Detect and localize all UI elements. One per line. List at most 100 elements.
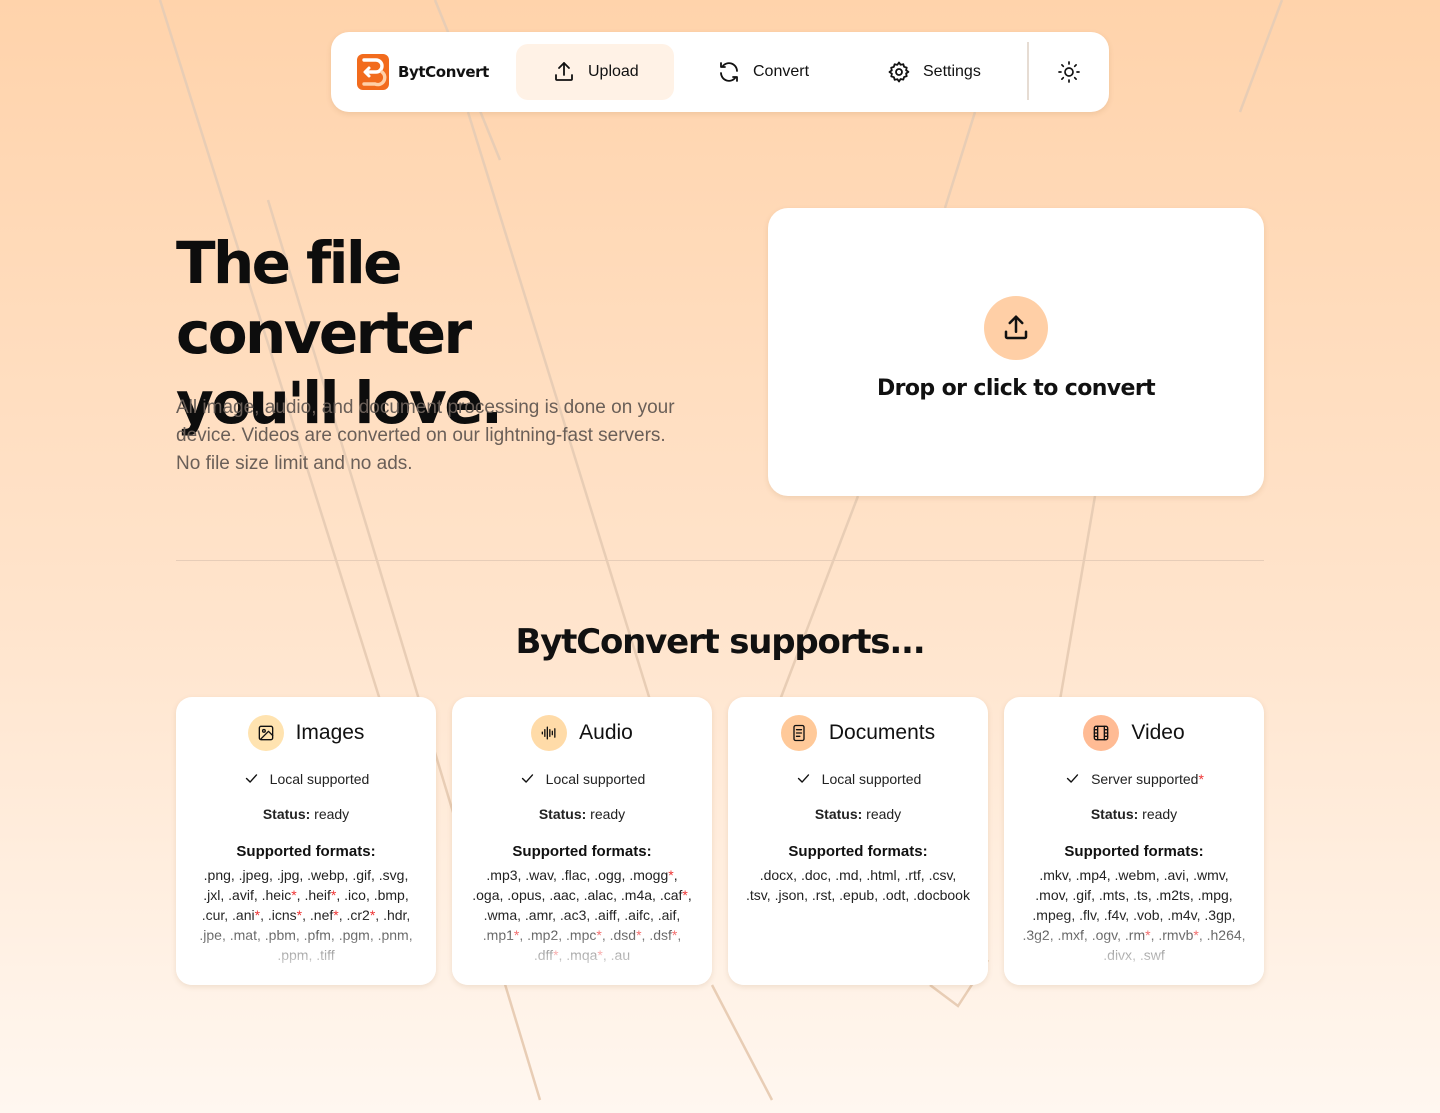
status-value: ready [1142,806,1178,822]
status-value: ready [866,806,902,822]
card-header: Audio [452,715,712,751]
format-item: .mpg [1197,887,1229,903]
card-icon-circle [1083,715,1120,751]
card-support-line: Local supported [176,770,436,787]
card-title: Documents [828,721,936,744]
format-item: .oga [472,887,500,903]
nav-divider [1027,42,1029,100]
document-icon [793,724,805,742]
format-item: .opus [507,887,542,903]
card-support-text: Local supported [545,770,646,787]
format-item: .wav [525,867,554,883]
formats-label: Supported formats: [1064,843,1204,860]
nav-settings[interactable]: Settings [887,44,1007,100]
card-title: Images [295,721,365,744]
card-status: Status: ready [1004,806,1264,822]
formats-list: .docx, .doc, .md, .html, .rtf, .csv, .ts… [746,867,970,903]
brand-logo[interactable]: BytConvert [357,54,489,90]
format-item: .epub [839,887,875,903]
waveform-icon [541,726,556,740]
format-item: .docx [759,867,794,883]
format-item: .ts [1133,887,1148,903]
format-item: .heic* [261,887,297,903]
format-card-images: Images Local supported Status: ready Suppor… [176,697,436,985]
format-item: .caf* [659,887,688,903]
check-icon [245,774,257,783]
format-item: .mkv [1039,867,1068,883]
card-support-line: Local supported [728,770,988,787]
dropzone-icon-circle [984,296,1048,360]
file-dropzone[interactable]: Drop or click to convert [768,208,1264,496]
status-label: Status: [814,806,863,822]
image-icon [258,725,273,741]
card-support-text: Local supported [821,770,922,787]
format-item: .aac [549,887,576,903]
logo-mark-icon [357,54,389,90]
format-item: .heif* [304,887,337,903]
status-label: Status: [538,806,587,822]
card-icon-circle [780,715,817,751]
format-item: .doc [800,867,828,883]
card-support-line: Local supported [452,770,712,787]
format-item: .mp4 [1075,867,1107,883]
format-item: .ico [344,887,366,903]
card-fade-overlay [452,915,712,985]
format-item: .m4a [620,887,653,903]
card-fade-overlay [1004,915,1264,985]
theme-toggle-button[interactable] [1057,60,1081,84]
format-item: .png [203,867,231,883]
card-header: Images [176,715,436,751]
nav-upload[interactable]: Upload [516,44,674,100]
nav-convert-label: Convert [753,63,810,80]
format-item: .mov [1035,887,1065,903]
refresh-icon [720,62,738,82]
check-icon [1066,774,1079,783]
hero-description: All image, audio, and document processin… [176,397,675,474]
format-item: .flac [560,867,587,883]
format-item: .svg [378,867,405,883]
hero-title-line1: The file converter [176,229,472,367]
formats-label: Supported formats: [236,843,376,860]
format-card-audio: Audio Local supported Status: ready Support… [452,697,712,985]
section-divider [176,560,1264,561]
card-status: Status: ready [176,806,436,822]
format-item: .ogg [594,867,622,883]
format-item: .html [866,867,897,883]
check-icon [521,774,533,783]
format-item: .gif [352,867,371,883]
format-item: .jxl [203,887,221,903]
format-item: .rtf [904,867,921,883]
nav-settings-label: Settings [923,63,981,80]
card-title: Audio [579,721,633,744]
card-support-text: Server supported* [1091,770,1204,787]
format-item: .avif [228,887,254,903]
card-support-text: Local supported [269,770,370,787]
card-fade-overlay [728,915,988,985]
format-item: .md [835,867,859,883]
card-fade-overlay [176,915,436,985]
status-label: Status: [1090,806,1139,822]
nav-convert[interactable]: Convert [717,44,837,100]
card-icon-circle [247,715,284,751]
format-item: .rst [811,887,832,903]
sun-icon [1058,61,1080,83]
format-item: .csv [928,867,953,883]
status-value: ready [590,806,626,822]
format-item: .webp [307,867,345,883]
format-item: .wmv [1193,867,1225,883]
card-header: Documents [728,715,988,751]
format-item: .mp3 [486,867,518,883]
format-item: .json [774,887,805,903]
upload-icon [555,62,573,81]
card-icon-circle [531,715,568,751]
nav-upload-label: Upload [588,63,639,80]
gear-icon [888,61,910,83]
format-item: .bmp [373,887,405,903]
top-navbar: BytConvert Upload Convert Settings [331,32,1109,112]
format-item: .odt [881,887,906,903]
upload-icon [1004,315,1028,340]
format-item: .mogg* [629,867,674,883]
format-item: .mts [1098,887,1126,903]
supports-title: BytConvert supports... [515,622,925,662]
format-item: .webm [1114,867,1156,883]
